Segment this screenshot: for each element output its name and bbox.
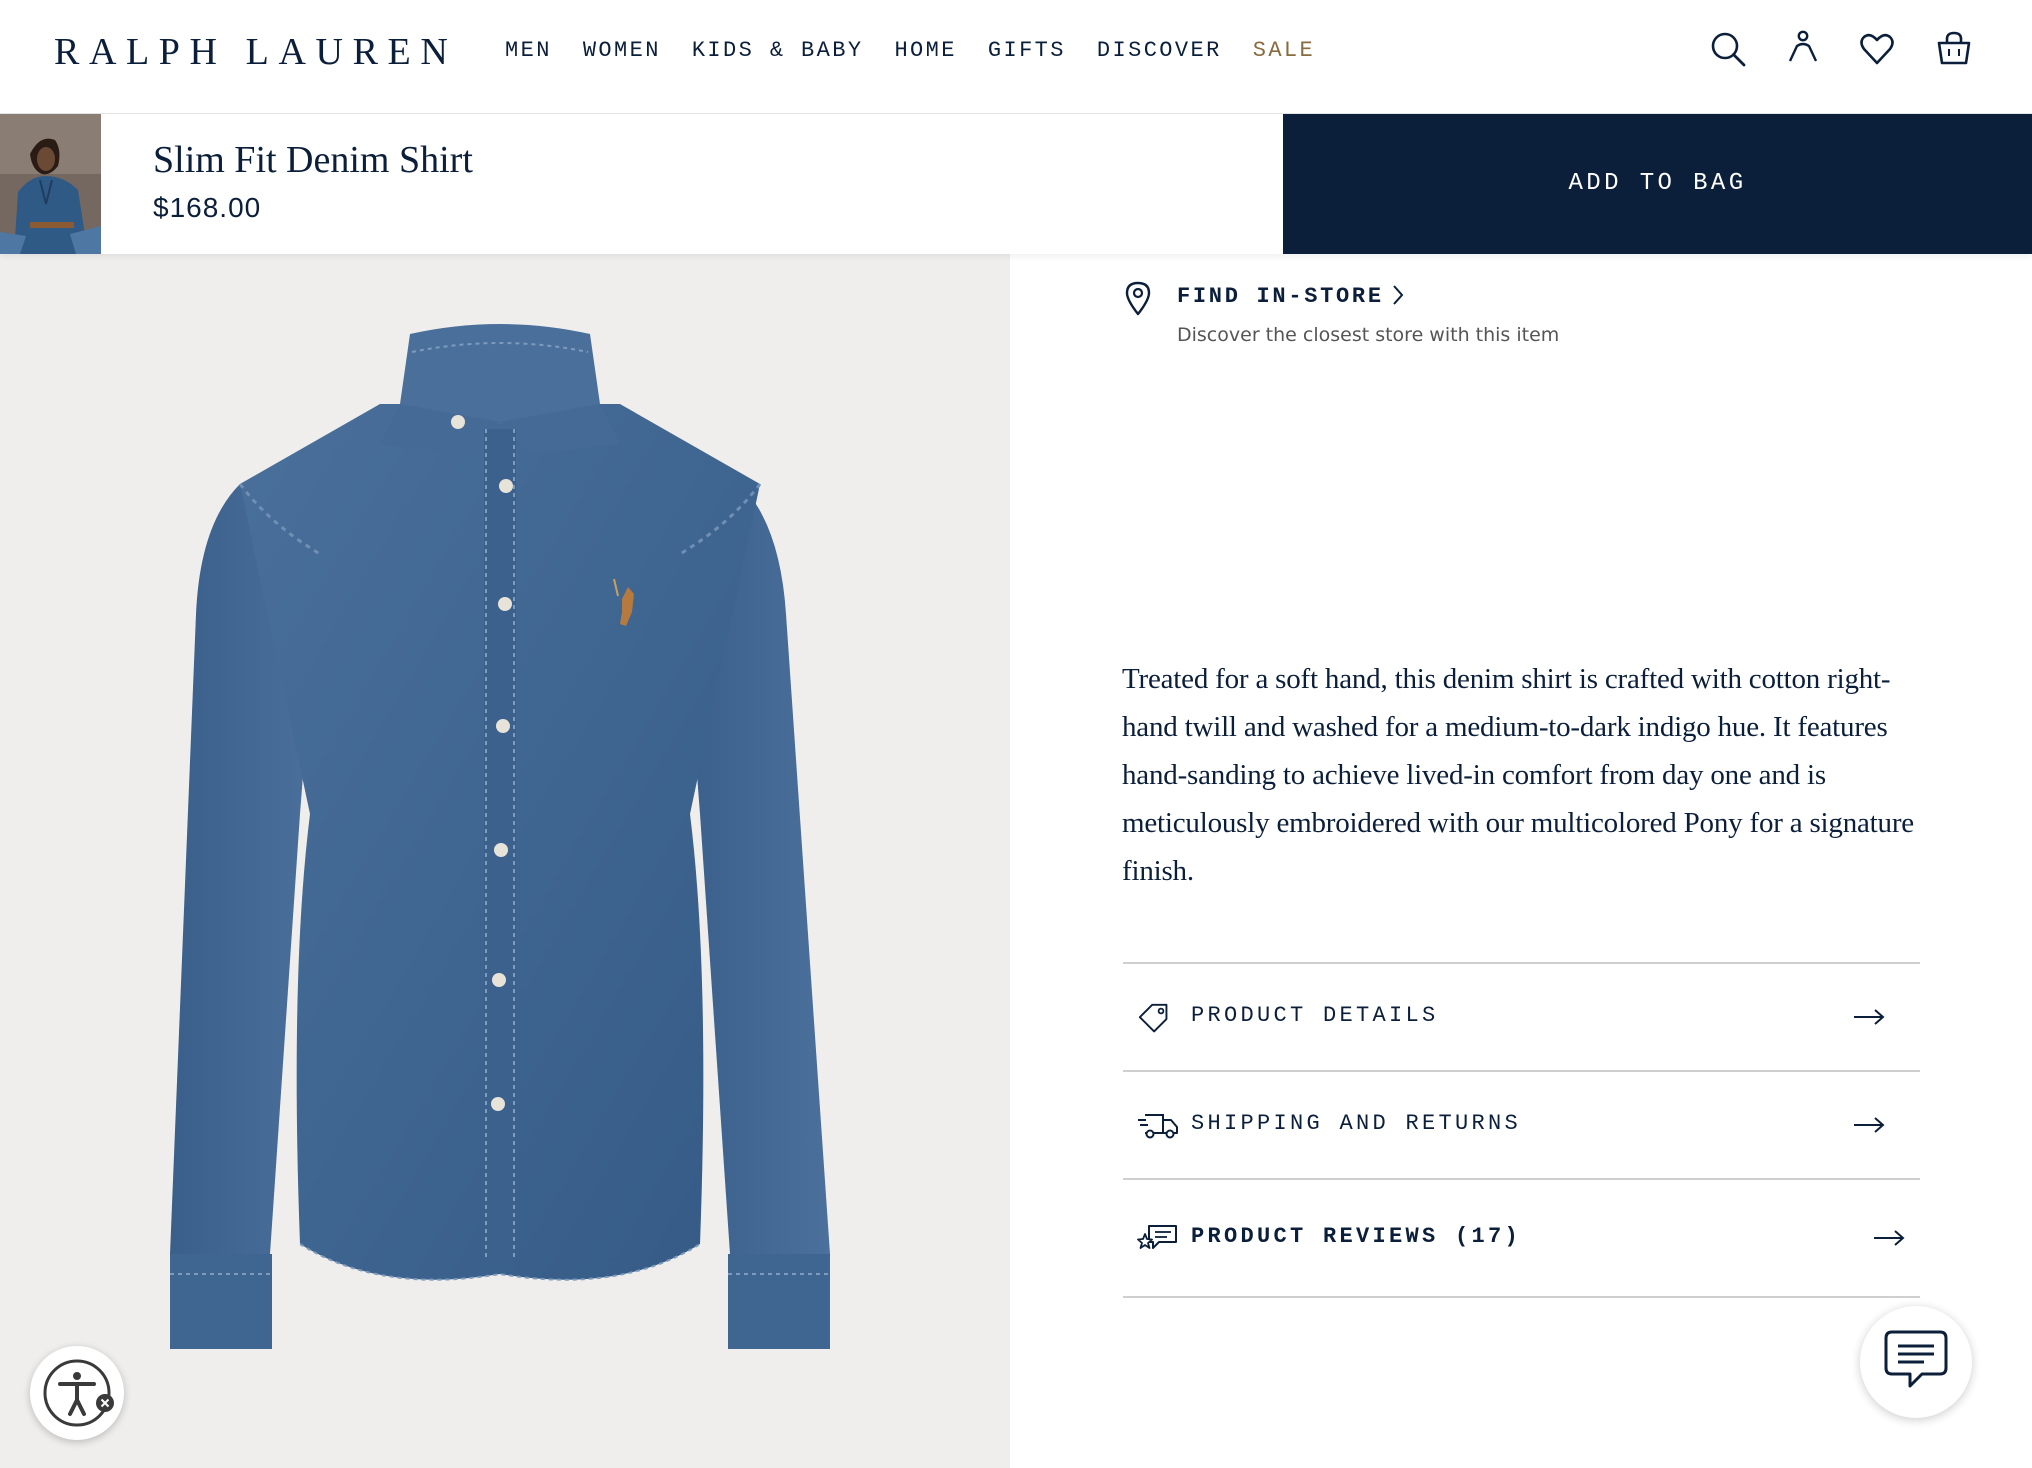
- accordion-label: PRODUCT REVIEWS (17): [1191, 1224, 1522, 1249]
- denim-shirt-illustration: [170, 324, 830, 1349]
- account-icon[interactable]: [1784, 28, 1822, 66]
- chat-icon: [1884, 1330, 1948, 1388]
- sticky-product-price: $168.00: [153, 192, 262, 223]
- find-in-store-title[interactable]: FIND IN-STORE: [1177, 284, 1384, 309]
- site-header: RALPH LAUREN MEN WOMEN KIDS & BABY HOME …: [0, 0, 2032, 114]
- accordion-product-details[interactable]: PRODUCT DETAILS: [1123, 962, 1920, 1070]
- accessibility-icon: [43, 1359, 114, 1427]
- chevron-right-icon: [1393, 285, 1404, 305]
- nav-item-women[interactable]: WOMEN: [583, 38, 661, 63]
- nav-item-discover[interactable]: DISCOVER: [1097, 38, 1222, 63]
- arrow-right-icon: [1874, 1230, 1905, 1246]
- product-image[interactable]: [0, 254, 1010, 1468]
- nav-item-gifts[interactable]: GIFTS: [988, 38, 1066, 63]
- arrow-right-icon: [1854, 1009, 1885, 1025]
- product-description: Treated for a soft hand, this denim shir…: [1122, 663, 1914, 887]
- accessibility-button[interactable]: [30, 1346, 124, 1440]
- main-nav: MEN WOMEN KIDS & BABY HOME GIFTS DISCOVE…: [505, 38, 1315, 63]
- tag-icon: [1138, 1003, 1168, 1033]
- add-to-bag-button[interactable]: ADD TO BAG: [1283, 114, 2032, 254]
- nav-item-sale[interactable]: SALE: [1253, 38, 1315, 63]
- sticky-product-bar: Slim Fit Denim Shirt $168.00 ADD TO BAG: [0, 114, 2032, 254]
- product-thumbnail[interactable]: [0, 114, 101, 254]
- shopping-bag-icon[interactable]: [1935, 30, 1973, 68]
- find-in-store-subtitle: Discover the closest store with this ite…: [1177, 324, 1560, 346]
- sticky-product-name: Slim Fit Denim Shirt: [153, 139, 473, 181]
- arrow-right-icon: [1854, 1117, 1885, 1133]
- nav-item-home[interactable]: HOME: [894, 38, 956, 63]
- search-icon[interactable]: [1709, 30, 1747, 68]
- find-in-store[interactable]: FIND IN-STORE Discover the closest store…: [1123, 280, 1823, 350]
- accordion-label: PRODUCT DETAILS: [1191, 1003, 1439, 1028]
- nav-item-kids-baby[interactable]: KIDS & BABY: [692, 38, 864, 63]
- delivery-truck-icon: [1138, 1114, 1178, 1139]
- accordion-product-reviews[interactable]: PRODUCT REVIEWS (17): [1123, 1178, 1920, 1298]
- wishlist-heart-icon[interactable]: [1858, 30, 1896, 68]
- location-pin-icon: [1125, 281, 1151, 316]
- reviews-icon: [1137, 1225, 1177, 1249]
- accordion-label: SHIPPING AND RETURNS: [1191, 1111, 1522, 1136]
- chat-button[interactable]: [1860, 1306, 1972, 1418]
- brand-logo[interactable]: RALPH LAUREN: [54, 30, 457, 74]
- accordion-shipping-and-returns[interactable]: SHIPPING AND RETURNS: [1123, 1070, 1920, 1180]
- nav-item-men[interactable]: MEN: [505, 38, 552, 63]
